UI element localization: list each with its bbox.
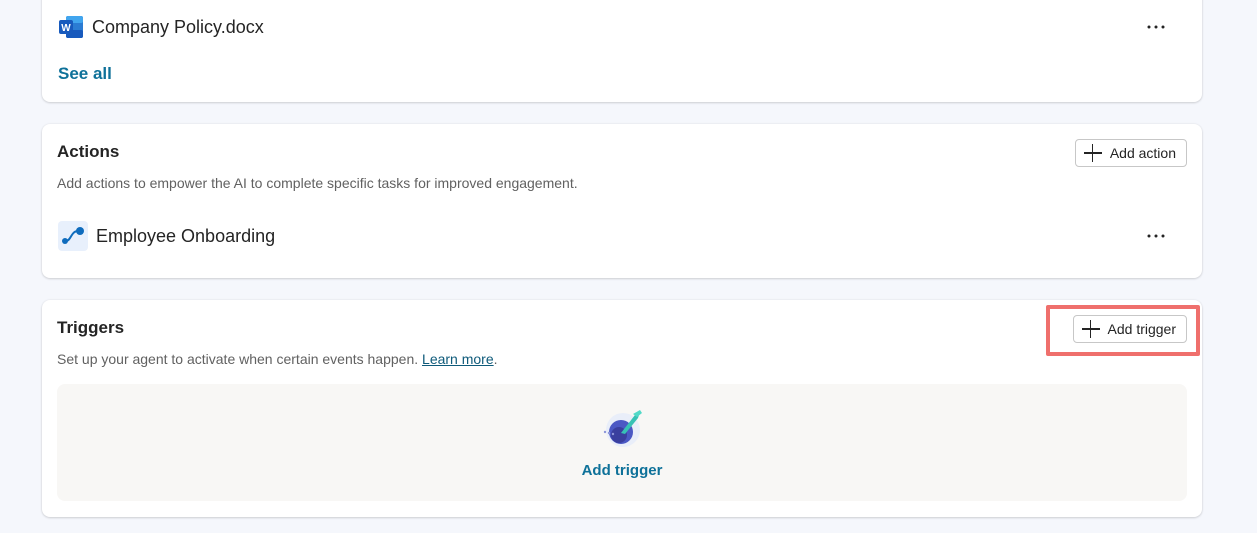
triggers-title: Triggers [57, 318, 125, 337]
more-options-button[interactable] [1142, 15, 1170, 39]
knowledge-card: W Company Policy.docx See all [42, 0, 1202, 102]
triggers-description: Set up your agent to activate when certa… [57, 351, 498, 367]
knowledge-item-name: Company Policy.docx [92, 16, 264, 37]
actions-description: Add actions to empower the AI to complet… [57, 175, 578, 191]
add-trigger-button[interactable]: Add trigger [1072, 315, 1187, 343]
flow-icon [58, 221, 88, 251]
triggers-card: Triggers Add trigger Set up your agent t… [42, 300, 1202, 517]
triggers-empty-state: Add trigger [57, 384, 1187, 501]
add-action-label: Add action [1109, 145, 1176, 161]
plus-icon [1083, 144, 1102, 162]
description-suffix: . [493, 351, 498, 367]
knowledge-item[interactable]: W Company Policy.docx [58, 12, 1186, 42]
ellipsis-icon [1147, 234, 1165, 238]
add-trigger-link[interactable]: Add trigger [57, 462, 1187, 479]
more-options-button[interactable] [1142, 224, 1170, 248]
trigger-bolt-icon [603, 410, 642, 447]
actions-card: Actions Add action Add actions to empowe… [42, 124, 1202, 278]
action-item[interactable]: Employee Onboarding [58, 221, 1186, 251]
add-action-button[interactable]: Add action [1074, 139, 1187, 167]
add-trigger-label: Add trigger [1107, 321, 1176, 337]
triggers-description-text: Set up your agent to activate when certa… [57, 351, 419, 367]
plus-icon [1081, 320, 1100, 338]
word-doc-icon: W [59, 16, 83, 38]
ellipsis-icon [1147, 25, 1165, 29]
see-all-link[interactable]: See all [58, 64, 112, 84]
actions-title: Actions [57, 142, 120, 161]
learn-more-link[interactable]: Learn more [422, 351, 494, 367]
svg-text:W: W [61, 23, 71, 34]
action-item-name: Employee Onboarding [96, 225, 276, 246]
